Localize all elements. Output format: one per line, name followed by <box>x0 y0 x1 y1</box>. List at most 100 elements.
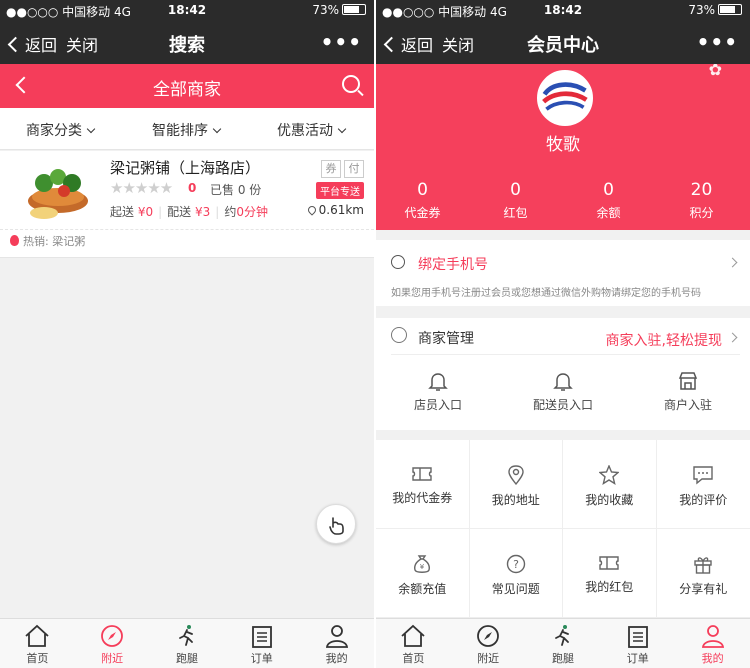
ticket-icon <box>412 467 432 481</box>
home-icon <box>401 624 425 647</box>
runner-icon <box>179 625 193 646</box>
function-grid: 我的代金券 我的地址 我的收藏 我的评价 ¥ 余额充值 ? 常见问题 我的红包 … <box>376 440 750 618</box>
search-icon[interactable] <box>342 75 360 93</box>
status-bar: ●●○○○ 中国移动 4G 18:42 73% <box>376 0 750 22</box>
ticket-icon <box>599 556 619 570</box>
question-icon: ? <box>506 554 525 574</box>
clipboard-icon <box>251 626 272 648</box>
compass-icon <box>477 625 500 647</box>
pay-badge: 付 <box>344 160 364 178</box>
grid-share-gift[interactable]: 分享有礼 <box>656 529 750 618</box>
top-bar: ●●○○○ 中国移动 4G 18:42 73% 返回 关闭 会员中心 ••• <box>376 0 750 64</box>
tab-nearby[interactable]: 附近 <box>451 619 526 668</box>
more-button[interactable]: ••• <box>321 30 362 54</box>
tab-nearby[interactable]: 附近 <box>75 619 150 668</box>
merchant-header-title: 全部商家 <box>153 80 221 100</box>
grid-my-vouchers[interactable]: 我的代金券 <box>376 440 470 529</box>
staff-entry[interactable]: 店员入口 <box>376 370 500 413</box>
chevron-down-icon <box>337 124 347 134</box>
tab-errand[interactable]: 跑腿 <box>526 619 601 668</box>
battery-icon <box>342 4 366 15</box>
business-promo[interactable]: 商家入驻,轻松提现 <box>606 330 722 350</box>
user-icon <box>701 625 724 648</box>
close-button[interactable]: 关闭 <box>442 32 474 56</box>
filter-sort[interactable]: 智能排序 <box>152 120 222 140</box>
floating-action-button[interactable] <box>316 504 356 544</box>
chevron-right-icon <box>727 257 738 268</box>
compass-icon <box>101 625 124 647</box>
gear-icon[interactable]: ✿ <box>709 64 722 79</box>
member-header: ✿ 牧歌 0 代金券 0 红包 0 余额 20 积分 <box>376 64 750 230</box>
money-bag-icon: ¥ <box>414 555 431 573</box>
stat-points[interactable]: 20 积分 <box>655 180 748 221</box>
tab-orders[interactable]: 订单 <box>600 619 675 668</box>
clipboard-icon <box>627 626 648 648</box>
courier-entry[interactable]: 配送员入口 <box>501 370 625 413</box>
filter-category[interactable]: 商家分类 <box>26 120 96 140</box>
tab-errand[interactable]: 跑腿 <box>150 619 225 668</box>
comment-icon <box>693 466 713 485</box>
status-right: 73% <box>688 3 742 17</box>
avatar[interactable] <box>537 70 593 126</box>
search-screen: ●●○○○ 中国移动 4G 18:42 73% 返回 关闭 搜索 ••• 全部商… <box>0 0 374 668</box>
stat-red-packets[interactable]: 0 红包 <box>469 180 562 221</box>
member-center-screen: ●●○○○ 中国移动 4G 18:42 73% 返回 关闭 会员中心 ••• ✿… <box>376 0 750 668</box>
grid-balance-topup[interactable]: ¥ 余额充值 <box>376 529 470 618</box>
chevron-left-icon <box>383 36 400 53</box>
gift-icon <box>694 557 712 574</box>
back-button[interactable]: 返回 <box>7 32 57 56</box>
member-name: 牧歌 <box>546 135 580 155</box>
back-button[interactable]: 返回 <box>383 32 433 56</box>
chevron-left-icon <box>7 36 24 53</box>
grid-my-red-packets[interactable]: 我的红包 <box>563 529 657 618</box>
chevron-right-icon <box>727 332 738 343</box>
grid-faq[interactable]: ? 常见问题 <box>469 529 563 618</box>
rating-value: 0 <box>188 181 197 195</box>
close-button[interactable]: 关闭 <box>66 32 98 56</box>
tab-bar: 首页 附近 跑腿 订单 我的 <box>0 618 374 668</box>
platform-delivery-badge: 平台专送 <box>316 182 364 199</box>
bell-icon <box>428 373 448 391</box>
grid-my-address[interactable]: 我的地址 <box>469 440 563 529</box>
tab-home[interactable]: 首页 <box>376 619 451 668</box>
location-icon <box>508 465 524 485</box>
tab-mine[interactable]: 我的 <box>675 619 750 668</box>
stat-balance[interactable]: 0 余额 <box>562 180 655 221</box>
filter-promotion[interactable]: 优惠活动 <box>277 120 347 140</box>
home-icon <box>25 624 49 647</box>
grid-my-favorites[interactable]: 我的收藏 <box>563 440 657 529</box>
bind-phone-desc: 如果您用手机号注册过会员或您想通过微信外购物请绑定您的手机号码 <box>391 288 701 299</box>
shop-name: 梁记粥铺（上海路店） <box>110 159 261 177</box>
status-right: 73% <box>312 3 366 17</box>
filter-bar: 商家分类 智能排序 优惠活动 <box>0 108 374 150</box>
shop-image <box>14 161 102 225</box>
tab-home[interactable]: 首页 <box>0 619 75 668</box>
bell-icon <box>553 373 573 391</box>
coupon-badge: 券 <box>321 160 341 178</box>
phone-link-icon <box>391 255 405 269</box>
user-icon <box>325 625 348 648</box>
shop-list-item[interactable]: 梁记粥铺（上海路店） ★★★★★ 0 已售 0 份 券付 平台专送 起送 ¥0 |… <box>0 151 374 258</box>
star-icon <box>599 465 620 485</box>
grid-my-reviews[interactable]: 我的评价 <box>656 440 750 529</box>
tab-orders[interactable]: 订单 <box>224 619 299 668</box>
hand-pointer-icon <box>329 517 344 535</box>
business-management: 商家管理 商家入驻,轻松提现 店员入口 配送员入口 商户入驻 <box>376 318 750 430</box>
merchant-join[interactable]: 商户入驻 <box>626 370 750 413</box>
svg-text:?: ? <box>513 558 519 571</box>
chevron-down-icon <box>212 124 222 134</box>
more-button[interactable]: ••• <box>697 30 738 54</box>
svg-text:¥: ¥ <box>420 563 425 571</box>
business-title: 商家管理 <box>418 331 474 347</box>
nav-bar: 返回 关闭 会员中心 ••• <box>376 22 750 64</box>
merchant-header: 全部商家 <box>0 64 374 108</box>
flame-icon <box>10 235 19 246</box>
stat-vouchers[interactable]: 0 代金券 <box>376 180 469 221</box>
tab-mine[interactable]: 我的 <box>299 619 374 668</box>
bind-phone-row[interactable]: 绑定手机号 如果您用手机号注册过会员或您想通过微信外购物请绑定您的手机号码 <box>376 240 750 306</box>
battery-percent: 73% <box>688 3 715 17</box>
divider <box>391 354 740 355</box>
tab-bar: 首页 附近 跑腿 订单 我的 <box>376 618 750 668</box>
battery-percent: 73% <box>312 3 339 17</box>
delivery-info: 起送 ¥0 | 配送 ¥3 | 约0分钟 <box>110 205 268 219</box>
